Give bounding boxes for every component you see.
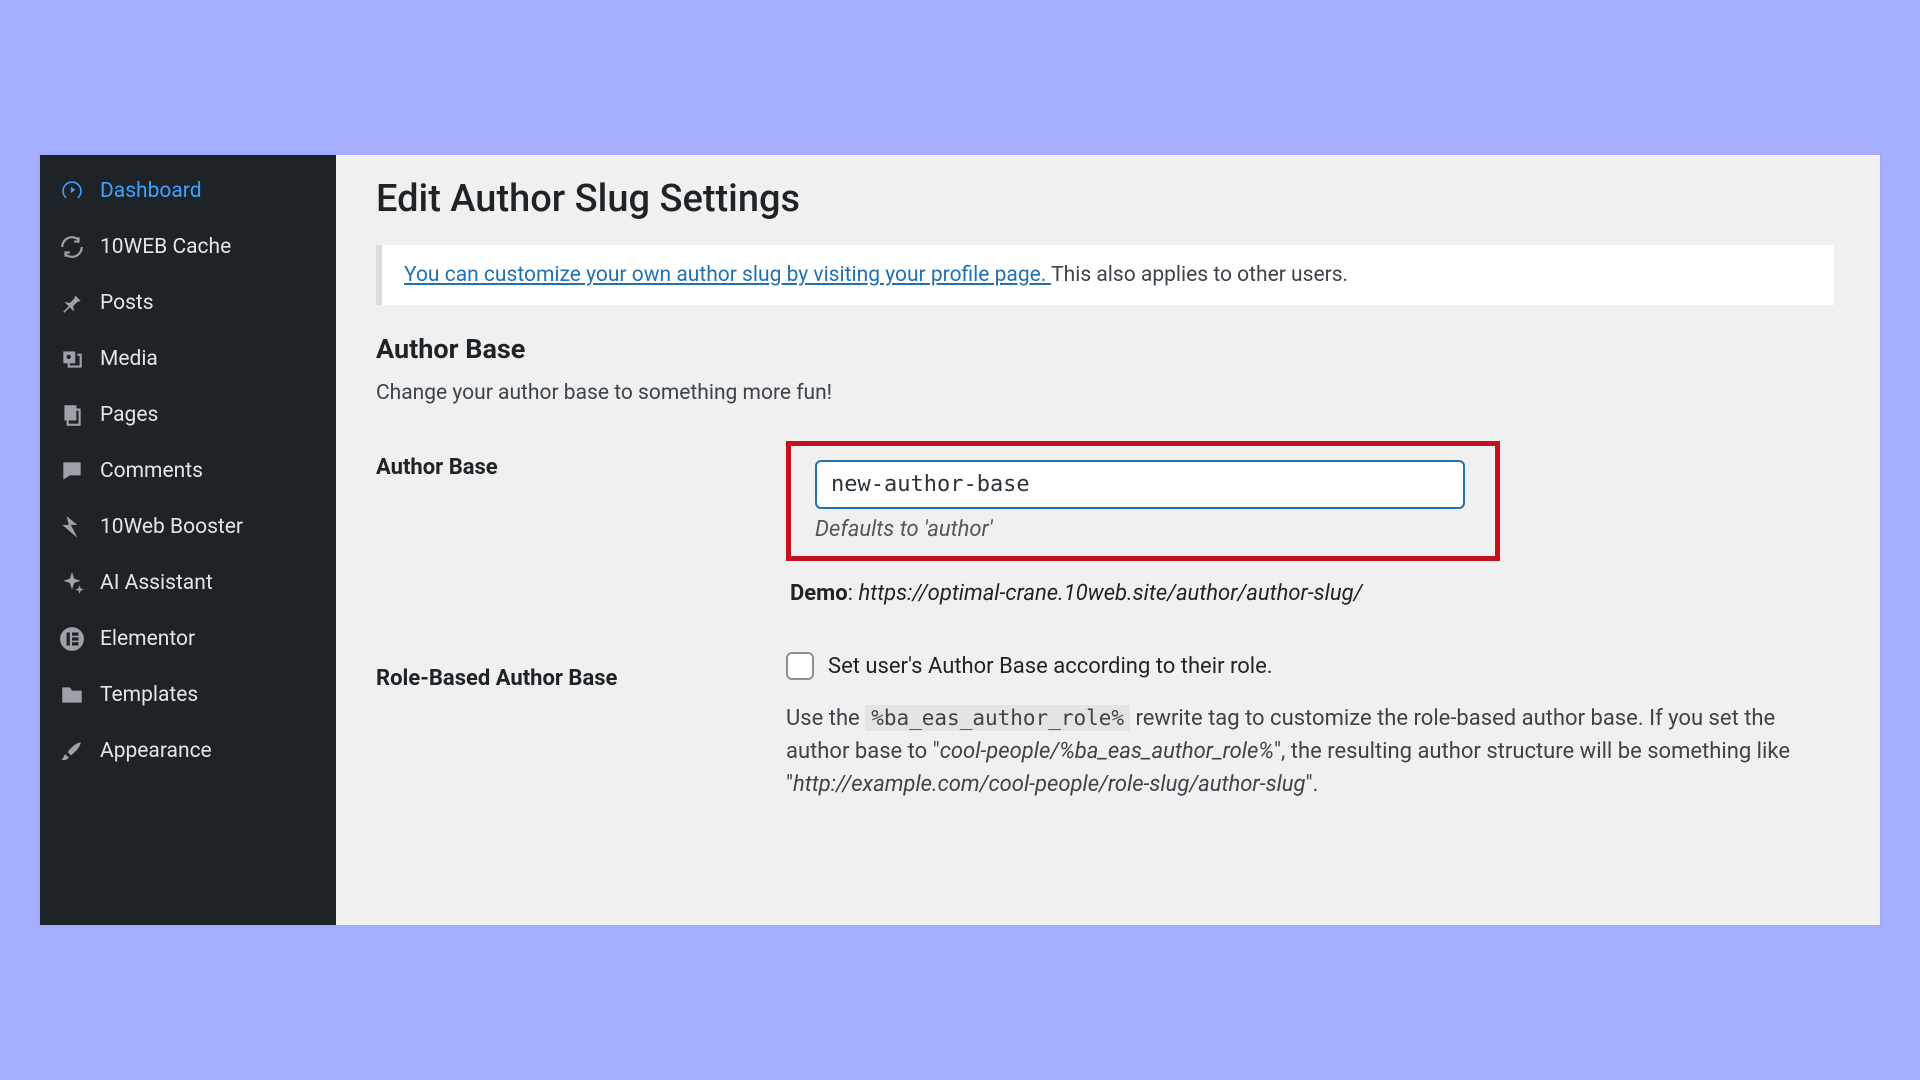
sidebar-item-label: Posts [100,291,154,315]
sidebar-item-label: Media [100,347,158,371]
dashboard-icon [58,177,86,205]
sidebar-item-label: 10WEB Cache [100,235,231,259]
sidebar-item-label: Comments [100,459,203,483]
demo-url: https://optimal-crane.10web.site/author/… [858,581,1362,606]
pin-icon [58,289,86,317]
sidebar-item-label: Pages [100,403,158,427]
sidebar-item-label: Dashboard [100,179,202,203]
author-base-heading: Author Base [376,333,1834,365]
role-based-checkbox[interactable] [786,652,814,680]
profile-notice: You can customize your own author slug b… [376,245,1834,305]
admin-sidebar: Dashboard 10WEB Cache Posts Media Pages [40,155,336,925]
author-base-label: Author Base [376,441,786,480]
role-based-description: Use the %ba_eas_author_role% rewrite tag… [786,702,1806,801]
author-base-input[interactable] [815,460,1465,509]
role-based-label: Role-Based Author Base [376,652,786,691]
profile-notice-rest: This also applies to other users. [1051,263,1348,287]
sidebar-item-comments[interactable]: Comments [40,443,336,499]
brush-icon [58,737,86,765]
sparkle-icon [58,569,86,597]
settings-main: Edit Author Slug Settings You can custom… [336,155,1880,925]
author-base-subtext: Change your author base to something mor… [376,381,1834,405]
sidebar-item-templates[interactable]: Templates [40,667,336,723]
sidebar-item-label: Appearance [100,739,212,763]
demo-label: Demo [790,581,848,606]
sidebar-item-media[interactable]: Media [40,331,336,387]
sidebar-item-label: Templates [100,683,198,707]
author-base-default-note: Defaults to 'author' [815,517,1471,542]
sidebar-item-posts[interactable]: Posts [40,275,336,331]
profile-notice-link[interactable]: You can customize your own author slug b… [404,263,1051,287]
sidebar-item-appearance[interactable]: Appearance [40,723,336,779]
pages-icon [58,401,86,429]
role-based-checkbox-label: Set user's Author Base according to thei… [828,654,1273,679]
media-icon [58,345,86,373]
page-title: Edit Author Slug Settings [376,177,1834,221]
sidebar-item-label: AI Assistant [100,571,213,595]
sidebar-item-10web-booster[interactable]: 10Web Booster [40,499,336,555]
author-base-row: Author Base Defaults to 'author' Demo: h… [376,441,1834,606]
rewrite-tag-code: %ba_eas_author_role% [865,705,1130,731]
elementor-icon [58,625,86,653]
refresh-icon [58,233,86,261]
author-base-demo: Demo: https://optimal-crane.10web.site/a… [786,581,1834,606]
sidebar-item-label: Elementor [100,627,195,651]
comments-icon [58,457,86,485]
role-based-row: Role-Based Author Base Set user's Author… [376,652,1834,801]
bolt-icon [58,513,86,541]
sidebar-item-pages[interactable]: Pages [40,387,336,443]
folder-icon [58,681,86,709]
author-base-highlight: Defaults to 'author' [786,441,1500,561]
sidebar-item-dashboard[interactable]: Dashboard [40,163,336,219]
sidebar-item-ai-assistant[interactable]: AI Assistant [40,555,336,611]
sidebar-item-elementor[interactable]: Elementor [40,611,336,667]
sidebar-item-label: 10Web Booster [100,515,243,539]
app-frame: Dashboard 10WEB Cache Posts Media Pages [40,155,1880,925]
sidebar-item-10web-cache[interactable]: 10WEB Cache [40,219,336,275]
